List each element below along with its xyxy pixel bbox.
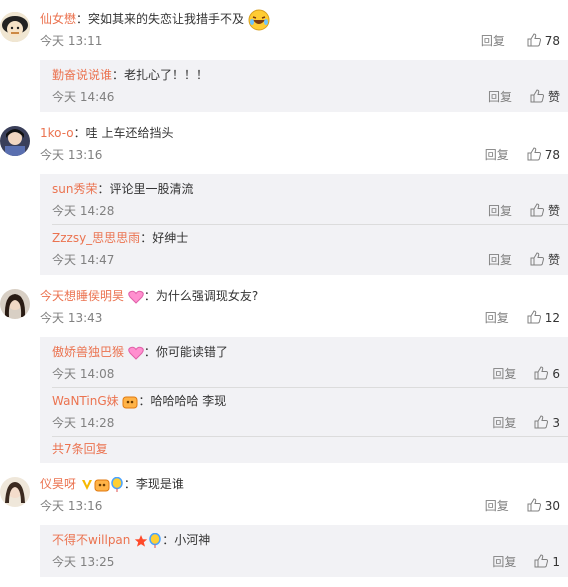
reply-text: 小河神 <box>174 533 211 547</box>
reply-text: 评论里一股清流 <box>109 182 194 196</box>
reply-button[interactable]: 回复 <box>485 148 509 162</box>
avatar[interactable] <box>0 12 30 42</box>
reply-text: 哈哈哈哈 李现 <box>150 394 227 408</box>
reply-time: 今天 14:46 <box>52 90 115 104</box>
comment-text: 突如其来的失恋让我措手不及 <box>88 12 245 26</box>
reply-list: 勤奋说说谁：老扎心了！！！ 今天 14:46 回复赞 <box>40 60 568 112</box>
reply-username[interactable]: WaNTinG妹 <box>52 394 119 408</box>
balloon-icon <box>149 532 161 548</box>
reply-text: 老扎心了！！！ <box>124 68 209 82</box>
comment-username[interactable]: 1ko-o <box>40 126 74 140</box>
thumb-up-icon[interactable] <box>530 252 544 266</box>
like-count: 赞 <box>547 90 560 104</box>
thumb-up-icon[interactable] <box>527 147 541 161</box>
more-replies-link[interactable]: 共7条回复 <box>52 436 568 461</box>
comment-time: 今天 13:11 <box>40 34 103 48</box>
reply-username[interactable]: 勤奋说说谁 <box>52 68 112 82</box>
comment-text: 李现是谁 <box>135 477 184 491</box>
reply-button[interactable]: 回复 <box>492 367 516 381</box>
like-count: 12 <box>544 311 560 325</box>
reply-item: Zzzsy_思思思雨：好绅士 今天 14:47 回复赞 <box>52 224 568 273</box>
reply-username[interactable]: 傲娇兽独巴猴 <box>52 345 124 359</box>
like-count: 赞 <box>547 253 560 267</box>
reply-time: 今天 14:47 <box>52 253 115 267</box>
thumb-up-icon[interactable] <box>534 366 549 380</box>
like-count: 30 <box>544 499 560 513</box>
pink-heart-icon <box>128 290 144 304</box>
like-count: 赞 <box>547 204 560 218</box>
avatar-image <box>0 477 30 507</box>
reply-username[interactable]: 不得不willpan <box>52 533 130 547</box>
reply-item: 傲娇兽独巴猴 ：你可能读错了 今天 14:08 回复 6 <box>52 339 568 387</box>
thumb-up-icon[interactable] <box>530 203 544 217</box>
like-count: 3 <box>552 416 560 430</box>
thumb-up-icon[interactable] <box>530 89 544 103</box>
thumb-up-icon[interactable] <box>534 415 549 429</box>
reply-time: 今天 14:28 <box>52 416 115 430</box>
avatar-image <box>0 126 30 156</box>
avatar[interactable] <box>0 126 30 156</box>
reply-time: 今天 14:28 <box>52 204 115 218</box>
comment-time: 今天 13:16 <box>40 499 103 513</box>
comment-text: 哇 上车还给挡头 <box>85 126 174 140</box>
comment-time: 今天 13:16 <box>40 148 103 162</box>
reply-button[interactable]: 回复 <box>492 555 516 569</box>
reply-item: 勤奋说说谁：老扎心了！！！ 今天 14:46 回复赞 <box>52 62 568 110</box>
comment-username[interactable]: 仪昊呀 <box>40 477 76 491</box>
badge-icon <box>122 396 138 408</box>
reply-button[interactable]: 回复 <box>481 34 505 48</box>
thumb-up-icon[interactable] <box>527 33 541 47</box>
comment-time: 今天 13:43 <box>40 311 103 325</box>
reply-item: WaNTinG妹 ：哈哈哈哈 李现 今天 14:28 回复 3 <box>52 387 568 436</box>
thumb-up-icon[interactable] <box>527 498 541 512</box>
comment-text: 为什么强调现女友? <box>155 289 259 303</box>
reply-button[interactable]: 回复 <box>485 499 509 513</box>
reply-username[interactable]: sun秀荣 <box>52 182 97 196</box>
thumb-up-icon[interactable] <box>527 310 541 324</box>
avatar-image <box>0 289 30 319</box>
reply-list: sun秀荣：评论里一股清流 今天 14:28 回复赞 Zzzsy_思思思雨：好绅士… <box>40 174 568 275</box>
avatar[interactable] <box>0 289 30 319</box>
reply-username[interactable]: Zzzsy_思思思雨 <box>52 231 140 245</box>
like-count: 78 <box>544 148 560 162</box>
like-count: 6 <box>552 367 560 381</box>
avatar[interactable] <box>0 477 30 507</box>
reply-time: 今天 14:08 <box>52 367 115 381</box>
reply-item: sun秀荣：评论里一股清流 今天 14:28 回复赞 <box>52 176 568 224</box>
reply-button[interactable]: 回复 <box>485 311 509 325</box>
comment: 1ko-o：哇 上车还给挡头 今天 13:16 回复 78 sun秀荣：评论里一股… <box>0 122 568 275</box>
reply-text: 你可能读错了 <box>155 345 228 359</box>
comment-username[interactable]: 仙女懋 <box>40 12 76 26</box>
v-badge-icon <box>81 479 92 490</box>
star-icon <box>135 534 148 547</box>
reply-item: 不得不willpan ：小河神 今天 13:25 回复 1 <box>52 527 568 575</box>
comment-username[interactable]: 今天想睡侯明昊 <box>40 289 124 303</box>
comment: 仙女懋：突如其来的失恋让我措手不及 今天 13:11 回复 78 勤奋说说谁：老… <box>0 8 568 112</box>
reply-text: 好绅士 <box>152 231 189 245</box>
laughing-emoji-icon <box>248 9 270 30</box>
pink-heart-icon <box>128 346 144 360</box>
badge-icon <box>94 479 110 491</box>
reply-time: 今天 13:25 <box>52 555 115 569</box>
reply-list: 傲娇兽独巴猴 ：你可能读错了 今天 14:08 回复 6 WaNTinG妹 ：哈哈哈… <box>40 337 568 463</box>
thumb-up-icon[interactable] <box>534 554 549 568</box>
like-count: 1 <box>552 555 560 569</box>
reply-button[interactable]: 回复 <box>488 90 512 104</box>
balloon-icon <box>111 476 123 492</box>
reply-button[interactable]: 回复 <box>488 253 512 267</box>
like-count: 78 <box>544 34 560 48</box>
comment: 仪昊呀 ：李现是谁 今天 13:16 回复 30 不得不willpan ：小河神 … <box>0 473 568 577</box>
avatar-image <box>0 12 30 42</box>
reply-button[interactable]: 回复 <box>492 416 516 430</box>
reply-button[interactable]: 回复 <box>488 204 512 218</box>
comment: 今天想睡侯明昊 ：为什么强调现女友? 今天 13:43 回复 12 傲娇兽独巴猴 … <box>0 285 568 463</box>
reply-list: 不得不willpan ：小河神 今天 13:25 回复 1 <box>40 525 568 577</box>
